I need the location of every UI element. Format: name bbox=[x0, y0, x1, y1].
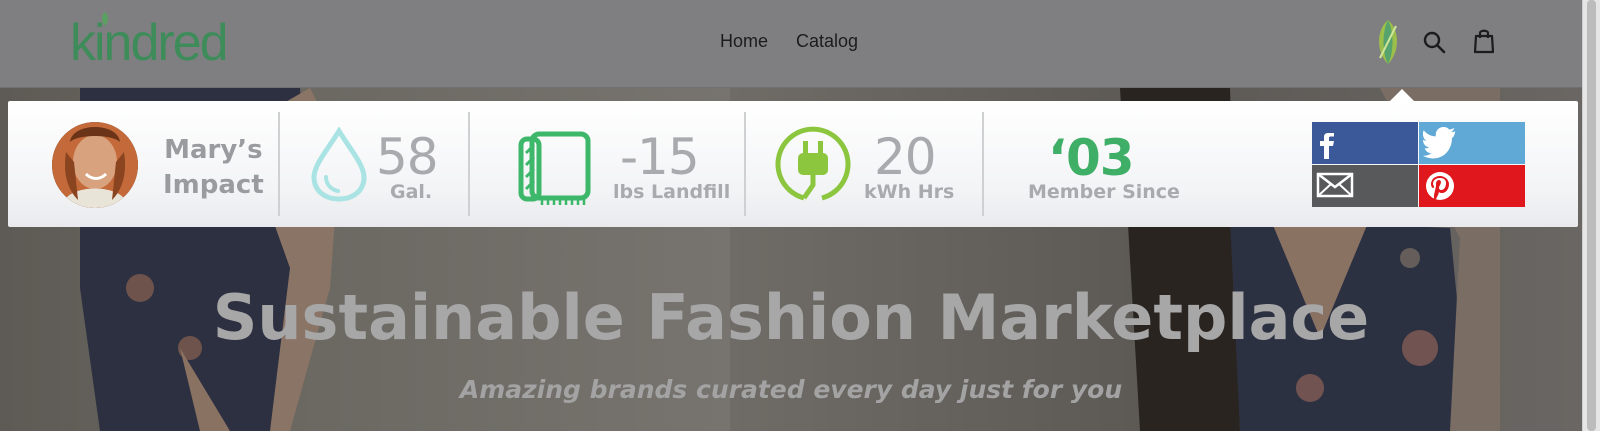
main-nav: Home Catalog bbox=[720, 31, 858, 52]
landfill-unit: lbs Landfill bbox=[613, 181, 731, 203]
hero-subtitle: Amazing brands curated every day just fo… bbox=[459, 375, 1123, 404]
avatar[interactable] bbox=[52, 122, 138, 208]
kindred-logo[interactable]: kindred bbox=[70, 12, 260, 72]
energy-unit: kWh Hrs bbox=[864, 181, 955, 203]
water-unit: Gal. bbox=[390, 181, 433, 203]
divider bbox=[982, 112, 984, 216]
energy-value: 20 bbox=[874, 128, 937, 186]
impact-label-title: Impact bbox=[163, 170, 264, 200]
scrollbar-thumb[interactable] bbox=[1587, 0, 1596, 431]
logo-text: kindred bbox=[70, 14, 229, 72]
facebook-icon bbox=[1320, 133, 1334, 159]
search-icon[interactable] bbox=[1422, 30, 1446, 54]
pinterest-share-button[interactable] bbox=[1419, 165, 1525, 207]
pinterest-icon bbox=[1426, 172, 1454, 201]
nav-catalog[interactable]: Catalog bbox=[796, 31, 858, 52]
member-label: Member Since bbox=[1028, 181, 1180, 203]
share-buttons bbox=[1312, 122, 1525, 207]
impact-label-name: Mary’s bbox=[164, 135, 263, 165]
leaf-icon[interactable] bbox=[1374, 18, 1402, 66]
towel-icon bbox=[518, 131, 591, 205]
header-icons bbox=[1379, 18, 1540, 68]
water-drop-icon bbox=[311, 127, 367, 202]
hero-title: Sustainable Fashion Marketplace bbox=[212, 281, 1370, 354]
divider bbox=[278, 112, 280, 216]
email-icon bbox=[1316, 172, 1354, 198]
impact-panel: Mary’s Impact 58 Gal. -15 lbs Landfill 2… bbox=[8, 101, 1578, 227]
nav-home[interactable]: Home bbox=[720, 31, 768, 52]
member-year: ‘03 bbox=[1048, 129, 1135, 187]
twitter-icon bbox=[1423, 127, 1456, 159]
water-value: 58 bbox=[376, 128, 439, 186]
impact-label: Mary’s Impact bbox=[163, 133, 264, 203]
twitter-share-button[interactable] bbox=[1419, 122, 1525, 164]
divider bbox=[468, 112, 470, 216]
email-share-button[interactable] bbox=[1312, 165, 1418, 207]
cart-icon[interactable] bbox=[1472, 28, 1496, 54]
divider bbox=[744, 112, 746, 216]
site-header: kindred Home Catalog bbox=[0, 0, 1582, 88]
page-scrollbar[interactable] bbox=[1582, 0, 1600, 431]
landfill-value: -15 bbox=[620, 128, 700, 186]
facebook-share-button[interactable] bbox=[1312, 122, 1418, 164]
plug-icon bbox=[775, 126, 851, 201]
